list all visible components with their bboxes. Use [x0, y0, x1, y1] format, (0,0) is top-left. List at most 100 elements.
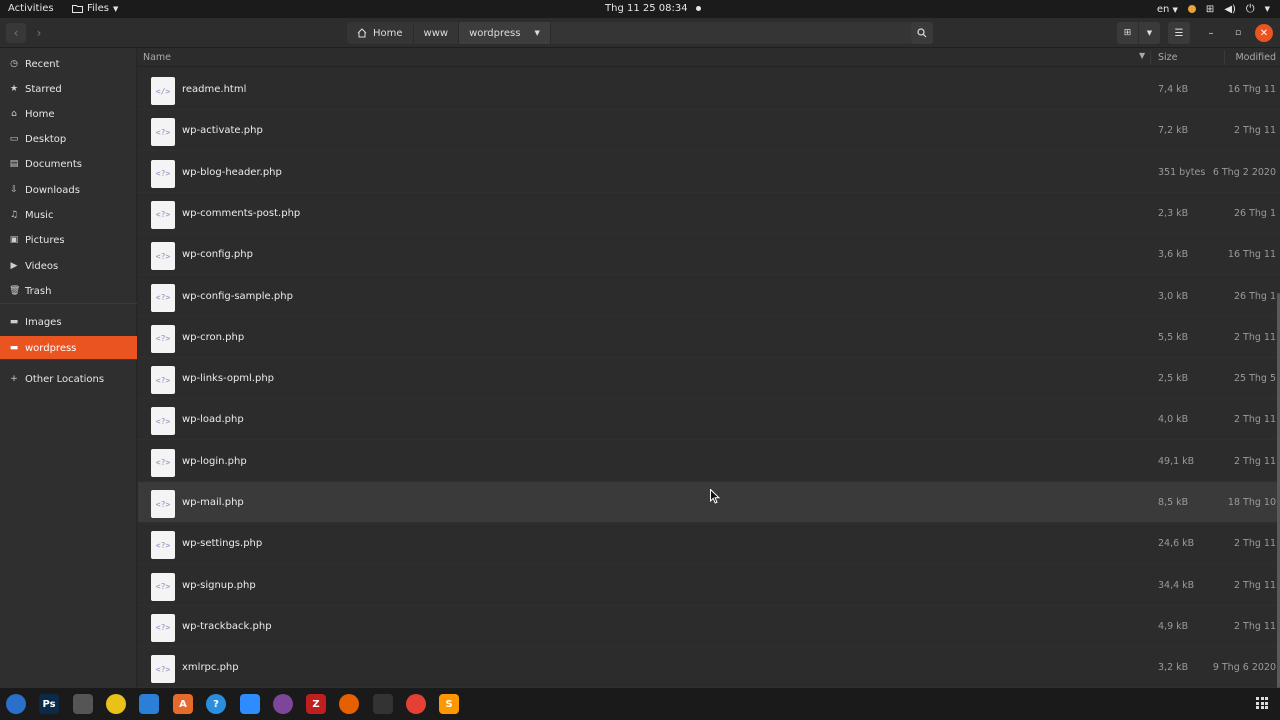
- libreoffice-writer-icon[interactable]: [139, 694, 159, 714]
- volume-icon[interactable]: ◀): [1224, 4, 1236, 15]
- file-icon-glyph: <?>: [155, 623, 171, 633]
- photoshop-icon[interactable]: Ps: [39, 694, 59, 714]
- file-size: 4,9 kB: [1158, 620, 1189, 632]
- sidebar-item-music[interactable]: ♫ Music: [0, 203, 137, 227]
- file-size: 5,5 kB: [1158, 331, 1189, 343]
- language-selector[interactable]: en ▼: [1157, 4, 1178, 15]
- view-grid-button[interactable]: ⊞: [1117, 22, 1138, 44]
- file-name: wp-settings.php: [182, 538, 263, 550]
- rhythmbox-icon[interactable]: [106, 694, 126, 714]
- notification-dot-icon: [695, 6, 701, 11]
- column-modified[interactable]: Modified: [1235, 52, 1276, 63]
- software-center-icon[interactable]: A: [173, 694, 193, 714]
- close-icon: ✕: [1259, 27, 1269, 39]
- column-separator[interactable]: [1150, 50, 1151, 65]
- file-row[interactable]: <?> wp-mail.php 8,5 kB 18 Thg 10: [138, 482, 1280, 523]
- thunderbird-icon[interactable]: [6, 694, 26, 714]
- file-row[interactable]: <?> wp-config.php 3,6 kB 16 Thg 11: [138, 234, 1280, 276]
- sidebar-item-other-locations[interactable]: + Other Locations: [0, 367, 137, 391]
- html-file-icon: </>: [151, 77, 175, 105]
- view-options-button[interactable]: ▼: [1139, 22, 1160, 44]
- php-file-icon: <?>: [151, 283, 175, 312]
- plus-icon: +: [10, 374, 18, 384]
- file-row[interactable]: <?> wp-load.php 4,0 kB 2 Thg 11: [138, 399, 1280, 441]
- sidebar-item-label: Music: [25, 209, 54, 221]
- activities-button[interactable]: Activities: [8, 3, 54, 14]
- sidebar-item-label: Home: [25, 108, 55, 120]
- show-applications-icon[interactable]: [1256, 697, 1268, 709]
- firefox-icon[interactable]: [339, 694, 359, 714]
- home-icon: [357, 28, 367, 38]
- filezilla-icon[interactable]: Z: [306, 694, 326, 714]
- column-separator[interactable]: [1224, 50, 1225, 65]
- file-row[interactable]: <?> wp-config-sample.php 3,0 kB 26 Thg 1: [138, 276, 1280, 317]
- maximize-button[interactable]: ▫: [1229, 24, 1247, 42]
- caret-down-icon: ▼: [112, 4, 119, 13]
- sidebar-item-starred[interactable]: ★ Starred: [0, 77, 137, 101]
- help-icon[interactable]: ?: [206, 694, 226, 714]
- file-modified: 6 Thg 2 2020: [1212, 166, 1276, 178]
- clock[interactable]: Thg 11 25 08:34: [605, 3, 701, 14]
- menu-button[interactable]: ☰: [1168, 22, 1190, 44]
- file-row[interactable]: <?> wp-trackback.php 4,9 kB 2 Thg 11: [138, 606, 1280, 647]
- path-segment-label: Home: [373, 27, 403, 39]
- column-header: Name ▼ Size Modified: [138, 48, 1280, 67]
- sort-descending-icon[interactable]: ▼: [1139, 51, 1145, 60]
- sidebar-item-desktop[interactable]: ▭ Desktop: [0, 127, 137, 151]
- sidebar-item-images[interactable]: ▬ Images: [0, 310, 137, 334]
- sidebar-item-documents[interactable]: ▤ Documents: [0, 152, 137, 176]
- path-segment-home[interactable]: Home: [347, 22, 414, 44]
- file-name: wp-links-opml.php: [182, 373, 275, 385]
- file-row[interactable]: <?> wp-settings.php 24,6 kB 2 Thg 11: [138, 523, 1280, 565]
- column-size[interactable]: Size: [1158, 52, 1178, 63]
- zoom-icon[interactable]: [240, 694, 260, 714]
- file-size: 24,6 kB: [1158, 538, 1195, 550]
- file-row[interactable]: <?> wp-activate.php 7,2 kB 2 Thg 11: [138, 110, 1280, 152]
- sidebar-item-pictures[interactable]: ▣ Pictures: [0, 228, 137, 252]
- file-modified: 2 Thg 11: [1233, 331, 1276, 343]
- caret-down-icon: ▼: [1172, 5, 1178, 14]
- forward-button[interactable]: ›: [29, 23, 49, 43]
- sublime-text-icon[interactable]: S: [439, 694, 459, 714]
- restore-icon: ▫: [1234, 28, 1242, 38]
- file-row[interactable]: <?> xmlrpc.php 3,2 kB 9 Thg 6 2020: [138, 647, 1280, 689]
- sidebar-separator: [0, 359, 137, 360]
- path-segment-wordpress[interactable]: wordpress ▼: [459, 22, 551, 44]
- files-icon: [72, 5, 83, 13]
- power-icon[interactable]: ⏻: [1246, 2, 1255, 16]
- file-row[interactable]: </> readme.html 7,4 kB 16 Thg 11: [138, 69, 1280, 110]
- sidebar-item-wordpress[interactable]: ▬ wordpress: [0, 336, 137, 360]
- path-segment-www[interactable]: www: [414, 22, 460, 44]
- sidebar-item-home[interactable]: ⌂ Home: [0, 102, 137, 126]
- file-row[interactable]: <?> wp-comments-post.php 2,3 kB 26 Thg 1: [138, 193, 1280, 234]
- close-button[interactable]: ✕: [1255, 24, 1273, 42]
- music-icon: ♫: [9, 210, 19, 220]
- terminal-icon[interactable]: [373, 694, 393, 714]
- file-row[interactable]: <?> wp-login.php 49,1 kB 2 Thg 11: [138, 441, 1280, 482]
- sidebar-item-videos[interactable]: ▶ Videos: [0, 254, 137, 278]
- file-row[interactable]: <?> wp-links-opml.php 2,5 kB 25 Thg 5: [138, 358, 1280, 400]
- path-segment-label: www: [423, 27, 449, 39]
- sidebar-item-recent[interactable]: ◷ Recent: [0, 52, 137, 76]
- tor-browser-icon[interactable]: [273, 694, 293, 714]
- file-icon-glyph: <?>: [155, 416, 171, 426]
- back-button[interactable]: ‹: [6, 23, 26, 43]
- file-modified: 2 Thg 11: [1233, 455, 1276, 467]
- files-icon[interactable]: [73, 694, 93, 714]
- caret-down-icon[interactable]: ▼: [1265, 5, 1270, 13]
- file-row[interactable]: <?> wp-signup.php 34,4 kB 2 Thg 11: [138, 565, 1280, 606]
- minimize-button[interactable]: –: [1202, 24, 1220, 42]
- update-indicator-icon[interactable]: [1187, 5, 1196, 13]
- chrome-icon[interactable]: [406, 694, 426, 714]
- video-icon: ▶: [10, 261, 18, 271]
- app-menu[interactable]: Files ▼: [72, 3, 118, 14]
- file-row[interactable]: <?> wp-cron.php 5,5 kB 2 Thg 11: [138, 317, 1280, 358]
- sidebar-item-downloads[interactable]: ⇩ Downloads: [0, 178, 137, 202]
- network-icon[interactable]: ⊞: [1206, 4, 1214, 15]
- file-name: wp-config-sample.php: [182, 290, 293, 302]
- file-row[interactable]: <?> wp-blog-header.php 351 bytes 6 Thg 2 20…: [138, 152, 1280, 193]
- file-name: wp-trackback.php: [182, 620, 272, 632]
- search-button[interactable]: [911, 22, 933, 44]
- sidebar-item-trash[interactable]: 🗑 Trash: [0, 279, 137, 303]
- column-name[interactable]: Name: [143, 52, 171, 63]
